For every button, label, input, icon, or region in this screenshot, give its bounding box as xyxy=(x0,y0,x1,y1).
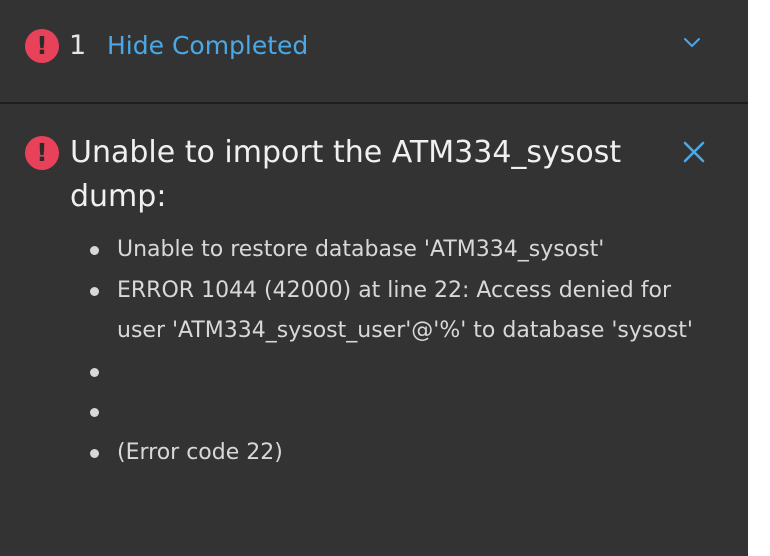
error-circle-icon: ! xyxy=(25,29,59,63)
hide-completed-link[interactable]: Hide Completed xyxy=(107,27,308,65)
error-title: Unable to import the ATM334_sysost dump: xyxy=(70,135,622,214)
header-divider xyxy=(0,102,748,104)
chevron-down-icon[interactable] xyxy=(679,31,705,55)
list-item: ERROR 1044 (42000) at line 22: Access de… xyxy=(84,271,724,352)
error-count: 1 xyxy=(69,30,87,61)
list-item: Unable to restore database 'ATM334_sysos… xyxy=(84,230,724,271)
list-item xyxy=(84,392,724,433)
list-item: (Error code 22) xyxy=(84,433,724,474)
notification-header: ! 1 Hide Completed xyxy=(0,0,748,103)
error-details-list: Unable to restore database 'ATM334_sysos… xyxy=(84,230,724,473)
close-icon[interactable] xyxy=(680,138,708,166)
notification-panel: ! 1 Hide Completed ! Unable to import th… xyxy=(0,0,748,556)
error-circle-icon: ! xyxy=(25,136,59,170)
list-item xyxy=(84,352,724,393)
window-edge xyxy=(748,0,770,556)
